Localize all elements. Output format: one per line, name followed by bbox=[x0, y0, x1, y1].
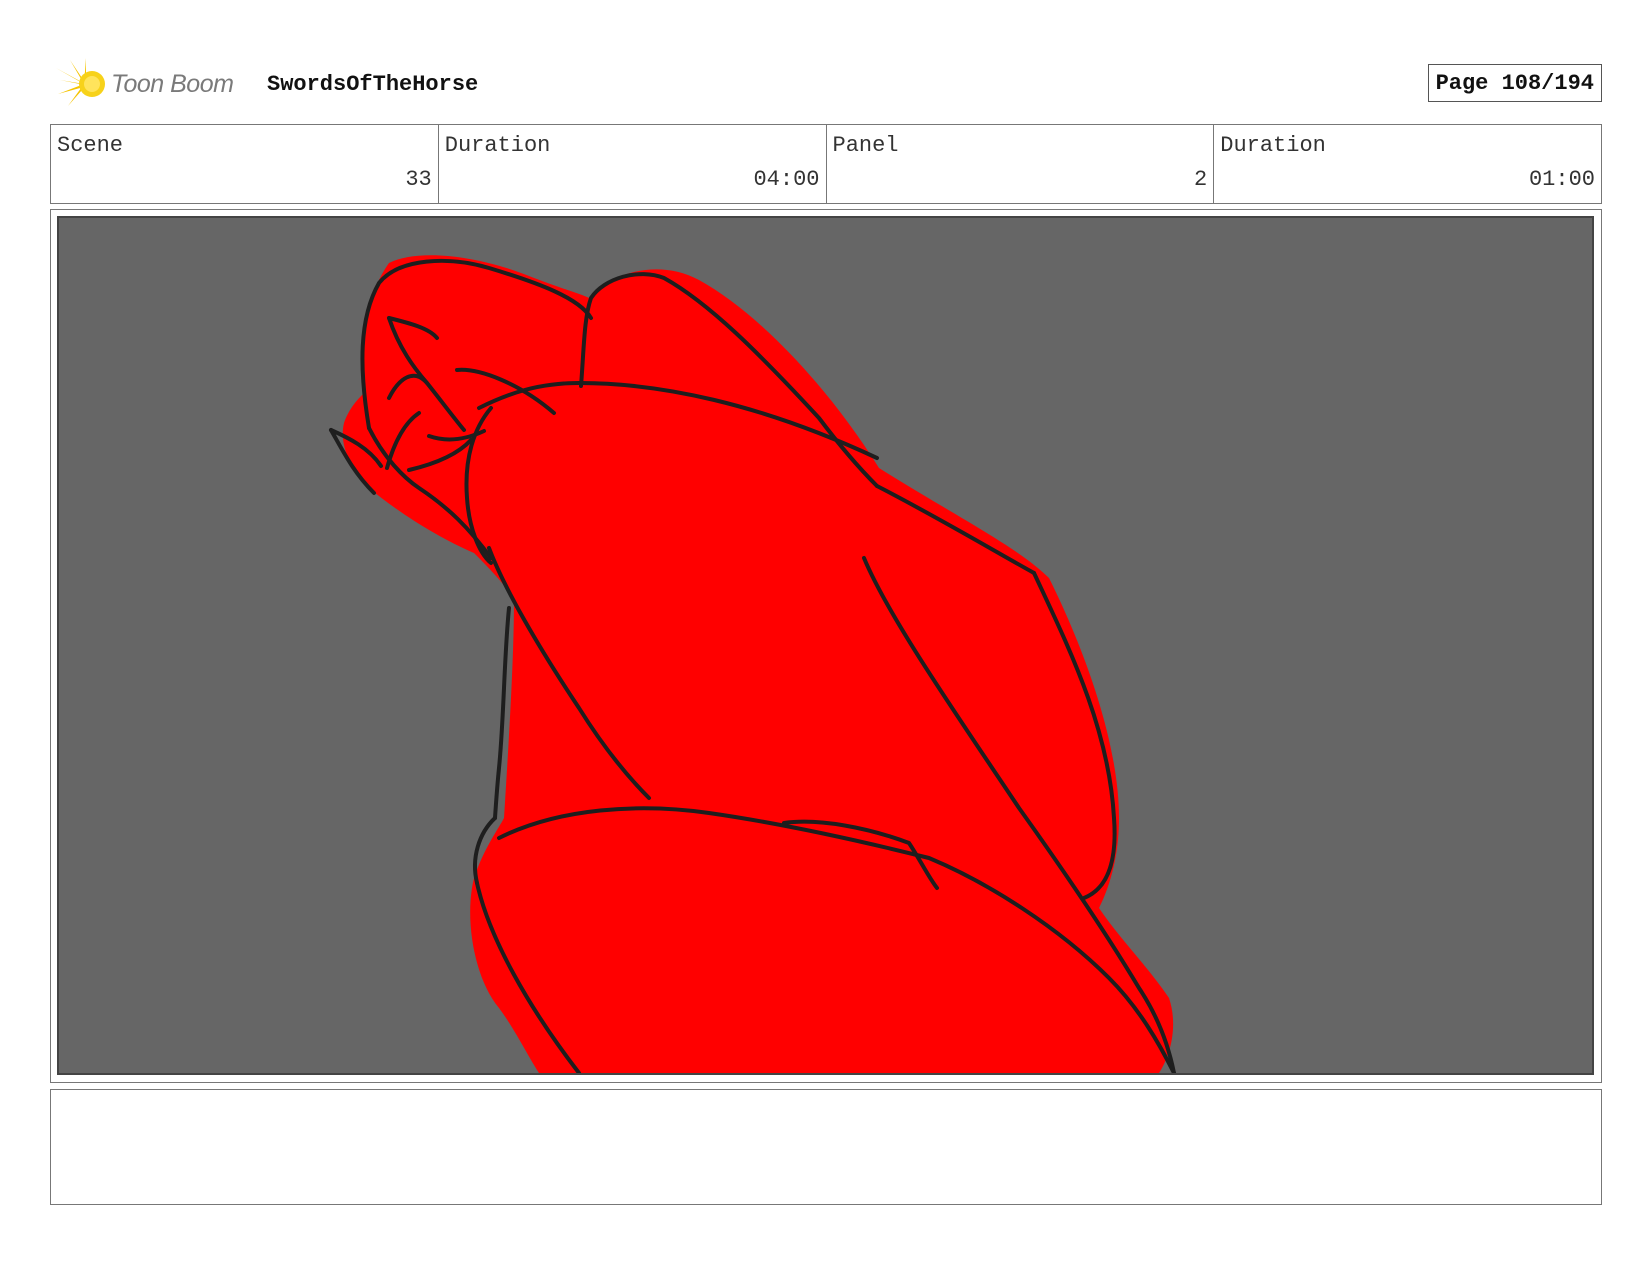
scene-label: Scene bbox=[57, 133, 124, 158]
panel-value: 2 bbox=[1194, 167, 1208, 192]
project-title: SwordsOfTheHorse bbox=[267, 72, 479, 97]
panel-duration-cell: Duration 01:00 bbox=[1214, 125, 1601, 203]
page-indicator: Page 108/194 bbox=[1427, 64, 1602, 102]
panel-duration-label: Duration bbox=[1220, 133, 1326, 158]
figure-sketch bbox=[59, 218, 1592, 1073]
scene-value: 33 bbox=[405, 167, 432, 192]
panel-drawing bbox=[57, 216, 1594, 1075]
logo-wordmark: Toon Boom bbox=[111, 70, 234, 98]
panel-notes[interactable] bbox=[50, 1089, 1602, 1205]
scene-duration-label: Duration bbox=[444, 133, 551, 158]
scene-info-table: Scene 33 Duration 04:00 Panel 2 Duration… bbox=[50, 124, 1602, 204]
panel-duration-value: 01:00 bbox=[1528, 167, 1595, 192]
scene-cell: Scene 33 bbox=[51, 125, 439, 203]
scene-duration-cell: Duration 04:00 bbox=[439, 125, 827, 203]
panel-label: Panel bbox=[832, 133, 899, 158]
scene-duration-value: 04:00 bbox=[753, 167, 820, 192]
starburst-icon bbox=[56, 58, 105, 106]
toon-boom-logo: Toon Boom bbox=[54, 58, 249, 110]
storyboard-header: Toon Boom SwordsOfTheHorse Page 108/194 bbox=[50, 56, 1602, 112]
panel-cell: Panel 2 bbox=[827, 125, 1215, 203]
panel-frame bbox=[50, 209, 1602, 1083]
